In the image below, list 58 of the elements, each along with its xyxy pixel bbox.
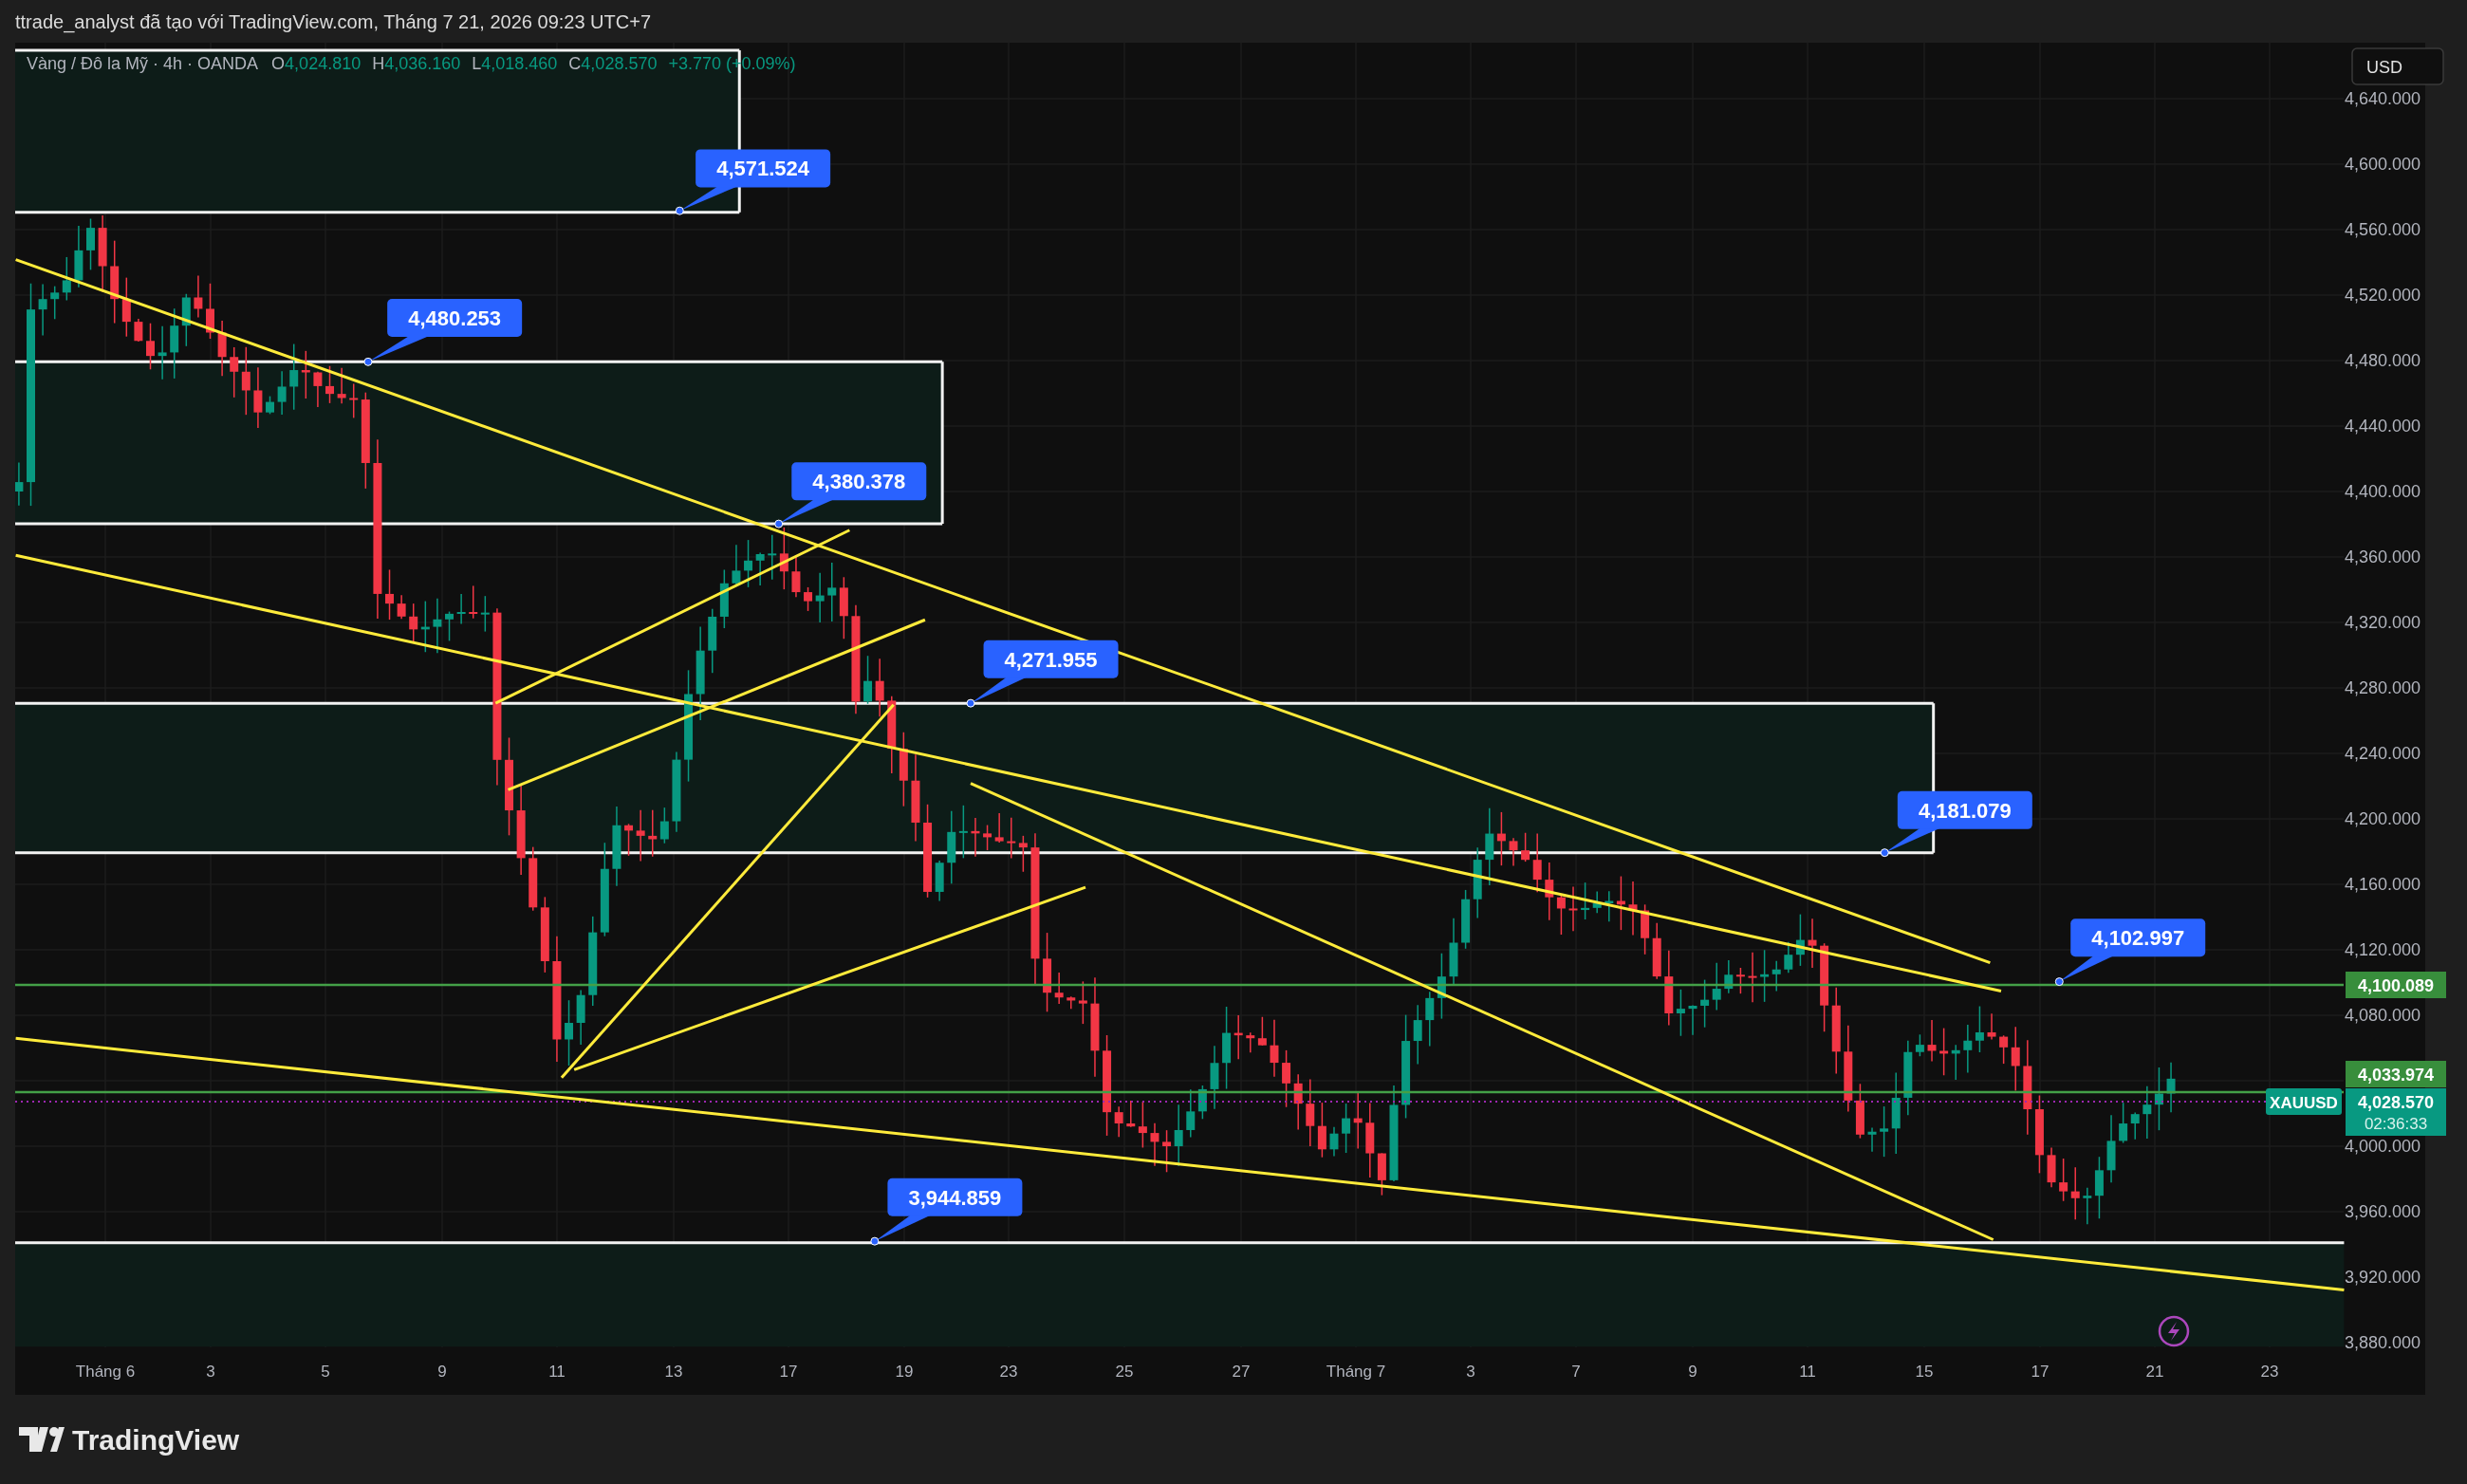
- date-tick: 27: [1232, 1363, 1251, 1381]
- chart-title: ttrade_analyst đã tạo với TradingView.com, Tháng 7 21, 2026 09:23 UTC+7: [15, 9, 652, 35]
- price-badge: 4,100.089: [2346, 972, 2446, 998]
- price-tick: 4,560.000: [2344, 220, 2421, 239]
- ohlc-value: O4,024.810: [271, 54, 362, 73]
- ohlc-value: C4,028.570: [568, 54, 658, 73]
- date-tick: 25: [1115, 1363, 1134, 1381]
- date-tick: Tháng 6: [75, 1363, 136, 1381]
- symbol-tag: XAUUSD: [2266, 1088, 2342, 1115]
- ohlc-value: H4,036.160: [372, 54, 461, 73]
- symbol-text: Vàng / Đô la Mỹ · 4h · OANDA: [27, 54, 259, 73]
- price-tick: 3,920.000: [2344, 1268, 2421, 1287]
- price-tick: 4,320.000: [2344, 613, 2421, 632]
- price-tick: 4,000.000: [2344, 1137, 2421, 1156]
- price-tick: 4,520.000: [2344, 286, 2421, 305]
- last-price-badge: 4,028.570 02:36:33: [2346, 1088, 2446, 1136]
- price-tick: 3,880.000: [2344, 1333, 2421, 1352]
- date-tick: 13: [664, 1363, 683, 1381]
- price-callout: 4,380.378: [774, 462, 927, 529]
- ohlc-value: L4,018.460: [472, 54, 558, 73]
- date-tick: 3: [206, 1363, 215, 1381]
- price-callout: 4,480.253: [363, 298, 523, 366]
- price-tick: 3,960.000: [2344, 1202, 2421, 1221]
- price-tick: 4,600.000: [2344, 155, 2421, 174]
- price-tick: 4,120.000: [2344, 940, 2421, 959]
- date-tick: 23: [2260, 1363, 2279, 1381]
- date-tick: 17: [779, 1363, 798, 1381]
- price-tick: 4,400.000: [2344, 482, 2421, 501]
- date-tick: 15: [1915, 1363, 1934, 1381]
- date-tick: 7: [1571, 1363, 1581, 1381]
- price-tick: 4,640.000: [2344, 89, 2421, 108]
- date-tick: 11: [1799, 1363, 1816, 1381]
- date-tick: 21: [2145, 1363, 2164, 1381]
- price-callout: 4,571.524: [675, 149, 831, 215]
- date-tick: 17: [2031, 1363, 2050, 1381]
- price-tick: 4,160.000: [2344, 875, 2421, 894]
- price-tick: 4,360.000: [2344, 547, 2421, 566]
- date-tick: 3: [1466, 1363, 1475, 1381]
- price-badge: 4,033.974: [2346, 1061, 2446, 1087]
- currency-button[interactable]: USD: [2351, 47, 2444, 85]
- price-callout: 3,944.859: [870, 1178, 1023, 1246]
- price-callout: 4,102.997: [2054, 918, 2206, 987]
- brand-name: TradingView: [72, 1422, 240, 1457]
- price-tick: 4,480.000: [2344, 351, 2421, 370]
- price-tick: 4,080.000: [2344, 1006, 2421, 1025]
- date-tick: 11: [548, 1363, 566, 1381]
- price-tick: 4,440.000: [2344, 417, 2421, 436]
- price-tick: 4,240.000: [2344, 744, 2421, 763]
- date-tick: Tháng 7: [1326, 1363, 1386, 1381]
- date-tick: 5: [321, 1363, 330, 1381]
- date-tick: 19: [895, 1363, 914, 1381]
- price-callout: 4,271.955: [966, 640, 1119, 708]
- date-tick: 9: [1688, 1363, 1697, 1381]
- date-tick: 9: [437, 1363, 447, 1381]
- price-tick: 4,280.000: [2344, 678, 2421, 697]
- price-callout: 4,181.079: [1880, 790, 2032, 858]
- date-tick: 23: [999, 1363, 1018, 1381]
- price-tick: 4,200.000: [2344, 809, 2421, 828]
